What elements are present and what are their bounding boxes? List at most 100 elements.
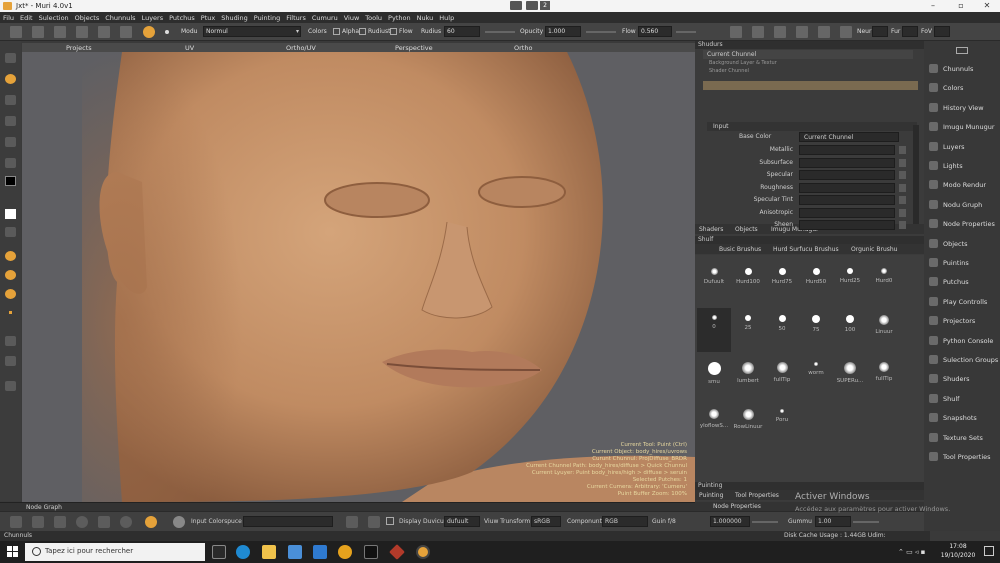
palette-item[interactable]: Snapshots	[926, 409, 998, 427]
connect-icon[interactable]	[899, 171, 906, 179]
palette-item[interactable]: Tool Properties	[926, 448, 998, 466]
input-colorspace-select[interactable]	[243, 516, 333, 527]
display-device-checkbox[interactable]	[386, 517, 394, 525]
gamma-slider[interactable]	[853, 521, 879, 523]
undo-icon[interactable]	[10, 516, 22, 528]
file-explorer-icon[interactable]	[262, 545, 276, 559]
menu-item[interactable]: Edit	[17, 12, 36, 22]
display-device-select[interactable]: dufuult	[444, 516, 480, 527]
brush-preset[interactable]: 100	[833, 308, 867, 346]
shader-prop-field[interactable]	[799, 157, 895, 168]
palette-item[interactable]: Texture Sets	[926, 429, 998, 447]
component-select[interactable]: RGB	[602, 516, 648, 527]
brush-preset[interactable]: 50	[765, 308, 799, 346]
tab-ortho-uv[interactable]: Ortho/UV	[286, 44, 316, 52]
terminal-icon[interactable]	[364, 545, 378, 559]
sphere-light-icon[interactable]	[5, 251, 16, 261]
brush-preset[interactable]: lumbert	[731, 355, 765, 393]
camera-icon[interactable]	[796, 26, 808, 38]
gain-slider[interactable]	[752, 521, 778, 523]
lighting-icon[interactable]	[5, 270, 16, 280]
titlebar-tool-icon[interactable]	[510, 1, 522, 10]
current-channel-row[interactable]: Current Chunnel	[703, 50, 913, 59]
taskbar-search-input[interactable]: Tapez ici pour rechercher	[25, 543, 205, 561]
color-sphere-icon[interactable]	[173, 516, 185, 528]
shader-prop-field[interactable]	[799, 195, 895, 205]
tab-basic-brushes[interactable]: Busic Brushus	[719, 246, 761, 253]
brush-preset[interactable]: SUPERu...	[833, 355, 867, 393]
maximize-icon[interactable]: ▫	[948, 0, 974, 12]
brush-preset[interactable]: 0	[697, 308, 731, 352]
brush-preset[interactable]: smu	[697, 355, 731, 393]
menu-item[interactable]: Python	[385, 12, 414, 22]
tab-organic-brushes[interactable]: Orgunic Brushu	[851, 246, 898, 253]
menu-item[interactable]: Putchus	[166, 12, 198, 22]
filter-icon[interactable]	[368, 516, 380, 528]
palette-item[interactable]: Nodu Gruph	[926, 196, 998, 214]
new-icon[interactable]	[10, 26, 22, 38]
flow-field[interactable]: 0.560	[638, 26, 672, 37]
opacity-field[interactable]: 1.000	[545, 26, 581, 37]
palette-item[interactable]: Shulf	[926, 390, 998, 408]
brush-preset[interactable]: fullTip	[765, 355, 799, 393]
palette-item[interactable]: Puintins	[926, 254, 998, 272]
radius-field[interactable]: 60	[444, 26, 480, 37]
snapshot-icon[interactable]	[5, 381, 16, 391]
export-icon[interactable]	[98, 26, 110, 38]
node-properties-label[interactable]: Node Properties	[713, 503, 761, 510]
shader-prop-field[interactable]	[799, 182, 895, 193]
brush-preset[interactable]: Poru	[765, 402, 799, 440]
palette-item[interactable]: Modo Rendur	[926, 176, 998, 194]
notification-icon[interactable]	[984, 546, 994, 556]
fov-field[interactable]	[934, 26, 950, 37]
dolly-icon[interactable]	[98, 516, 110, 528]
menu-item[interactable]: Luyers	[139, 12, 167, 22]
open-icon[interactable]	[32, 26, 44, 38]
rotate-icon[interactable]	[76, 516, 88, 528]
titlebar-grid-icon[interactable]	[526, 1, 538, 10]
near-field[interactable]	[872, 26, 888, 37]
flow-slider[interactable]	[676, 31, 696, 33]
shader-prop-field[interactable]	[799, 207, 895, 218]
tray-icons[interactable]: ⌃ ▭ ◃ ▪	[898, 548, 925, 556]
brush-preset[interactable]: fullTip	[867, 355, 901, 393]
eyedropper-tool-icon[interactable]	[5, 158, 16, 168]
brush-preset[interactable]: Hurd100	[731, 261, 765, 299]
menu-item[interactable]: Shuding	[218, 12, 251, 22]
menu-item[interactable]: Viuw	[341, 12, 363, 22]
node-graph-label[interactable]: Node Graph	[26, 504, 62, 511]
mode-select[interactable]: Normul	[203, 26, 301, 37]
palette-item[interactable]: History View	[926, 99, 998, 117]
tab-uv[interactable]: UV	[185, 44, 194, 52]
tab-ortho[interactable]: Ortho	[514, 44, 532, 52]
preview-shader-row[interactable]	[703, 81, 918, 90]
far-field[interactable]	[902, 26, 918, 37]
base-color-field[interactable]: Current Chunnel	[799, 132, 899, 142]
connect-icon[interactable]	[899, 146, 906, 154]
connect-icon[interactable]	[899, 196, 906, 204]
flow-checkbox[interactable]	[390, 28, 397, 35]
clone-tool-icon[interactable]	[5, 116, 16, 126]
palette-item[interactable]: Play Controlls	[926, 293, 998, 311]
palette-item[interactable]: Sulection Groups	[926, 351, 998, 369]
lut-icon[interactable]	[346, 516, 358, 528]
brush-preset[interactable]: Hurd0	[867, 261, 901, 299]
connect-icon[interactable]	[899, 221, 906, 229]
tab-painting[interactable]: Puinting	[699, 492, 723, 499]
brush-preset[interactable]: Dufuult	[697, 261, 731, 299]
projection-icon[interactable]	[5, 336, 16, 346]
palette-item[interactable]: Imugu Munugur	[926, 118, 998, 136]
brush-preset[interactable]: Hurd25	[833, 261, 867, 299]
clock-time[interactable]: 17:08	[942, 543, 974, 550]
view-transform-select[interactable]: sRGB	[531, 516, 561, 527]
paint-lock-icon[interactable]	[145, 516, 157, 528]
grid-view-icon[interactable]	[752, 26, 764, 38]
uv-icon[interactable]	[5, 356, 16, 366]
close-icon[interactable]: ✕	[974, 0, 1000, 12]
save-icon[interactable]	[54, 26, 66, 38]
frame-icon[interactable]	[774, 26, 786, 38]
menu-item[interactable]: Sulection	[36, 12, 72, 22]
3d-viewport[interactable]: Current Tool: Puint (Ctrl) Current Objec…	[22, 52, 695, 502]
menu-item[interactable]: Hulp	[436, 12, 457, 22]
brush-preset[interactable]: 75	[799, 308, 833, 346]
